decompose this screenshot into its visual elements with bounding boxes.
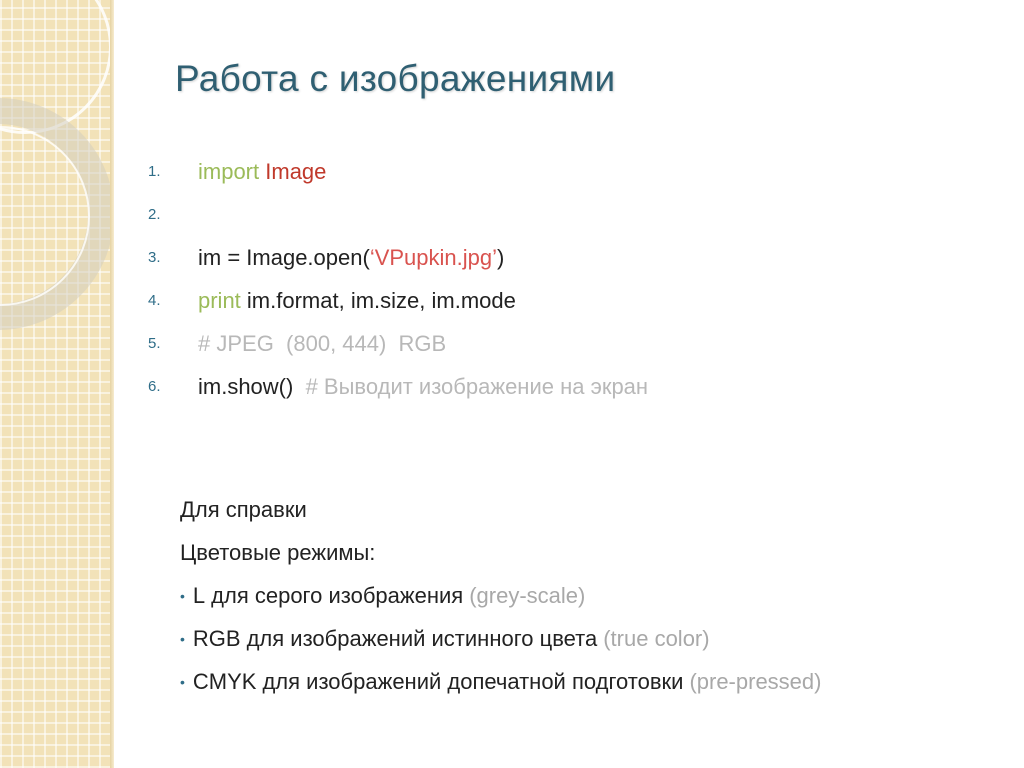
mode-description: для серого изображения <box>211 582 464 608</box>
mode-name: RGB <box>192 625 241 651</box>
code-fragment: im.show() <box>198 373 294 399</box>
strip-edge <box>110 0 114 768</box>
code-comment: # Выводит изображение на экран <box>305 373 649 399</box>
reference-heading: Для справки <box>180 496 307 522</box>
mode-name: L <box>192 582 206 608</box>
string-literal: ‘VPupkin.jpg’ <box>369 244 497 270</box>
line-number: 6. <box>148 378 161 395</box>
color-mode-item: • RGB для изображений истинного цвета (t… <box>180 617 1000 660</box>
slide-title: Работа с изображениями <box>175 58 616 99</box>
code-text: import Image <box>198 159 326 185</box>
line-number: 5. <box>148 335 161 352</box>
mode-description: для изображений допечатной подготовки <box>262 668 684 694</box>
bullet-icon: • <box>180 673 185 690</box>
reference-section: Для справки Цветовые режимы: • L для сер… <box>180 488 1000 703</box>
code-line: 5. # JPEG (800, 444) RGB <box>148 322 968 365</box>
keyword: print <box>198 287 241 313</box>
line-number: 1. <box>148 163 161 180</box>
code-line: 3. im = Image.open(‘VPupkin.jpg’) <box>148 236 968 279</box>
code-fragment: im = Image.open( <box>198 244 370 270</box>
line-number: 4. <box>148 292 161 309</box>
mode-description: для изображений истинного цвета <box>246 625 598 651</box>
code-line: 2. <box>148 193 968 236</box>
color-mode-item: • L для серого изображения (grey-scale) <box>180 574 1000 617</box>
code-text: im = Image.open(‘VPupkin.jpg’) <box>198 245 504 271</box>
code-line: 4. print im.format, im.size, im.mode <box>148 279 968 322</box>
mode-note: (true color) <box>603 625 710 651</box>
code-fragment: im.format, im.size, im.mode <box>246 287 516 313</box>
line-number: 3. <box>148 249 161 266</box>
code-comment: # JPEG (800, 444) RGB <box>198 330 447 356</box>
code-text: print im.format, im.size, im.mode <box>198 288 516 314</box>
mode-name: CMYK <box>192 668 257 694</box>
code-line: 1. import Image <box>148 150 968 193</box>
reference-subheading: Цветовые режимы: <box>180 539 376 565</box>
decorative-side-strip <box>0 0 113 768</box>
mode-note: (pre-pressed) <box>689 668 822 694</box>
line-number: 2. <box>148 206 161 223</box>
code-listing: 1. import Image 2. 3. im = Image.open(‘V… <box>148 150 968 408</box>
color-mode-item: • CMYK для изображений допечатной подгот… <box>180 660 1000 703</box>
mode-note: (grey-scale) <box>469 582 586 608</box>
class-name: Image <box>265 158 327 184</box>
bullet-icon: • <box>180 630 185 647</box>
keyword: import <box>198 158 260 184</box>
code-text: im.show() # Выводит изображение на экран <box>198 374 648 400</box>
code-line: 6. im.show() # Выводит изображение на эк… <box>148 365 968 408</box>
code-fragment: ) <box>497 244 505 270</box>
bullet-icon: • <box>180 587 185 604</box>
